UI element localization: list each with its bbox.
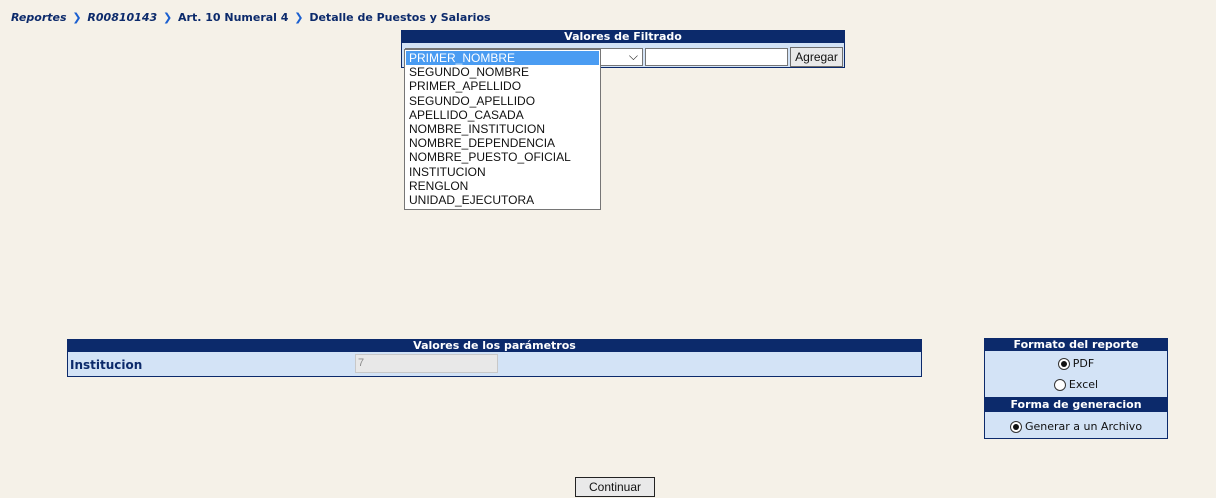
chevron-right-icon: ❯ <box>72 11 82 24</box>
filter-panel-title: Valores de Filtrado <box>402 31 844 43</box>
dropdown-option[interactable]: INSTITUCION <box>405 165 600 179</box>
institucion-value-field: 7 <box>355 354 498 373</box>
breadcrumb-article[interactable]: Art. 10 Numeral 4 <box>178 11 288 24</box>
filter-value-input[interactable] <box>645 48 788 66</box>
continue-button[interactable]: Continuar <box>575 477 655 497</box>
dropdown-option[interactable]: UNIDAD_EJECUTORA <box>405 193 600 207</box>
excel-label: Excel <box>1068 378 1099 391</box>
generate-file-label: Generar a un Archivo <box>1024 420 1143 433</box>
chevron-right-icon: ❯ <box>294 11 304 24</box>
generate-file-option[interactable]: Generar a un Archivo <box>985 420 1167 433</box>
filter-field-dropdown: PRIMER_NOMBRE SEGUNDO_NOMBRE PRIMER_APEL… <box>404 49 601 210</box>
dropdown-option[interactable]: PRIMER_APELLIDO <box>405 79 600 93</box>
breadcrumb: Reportes ❯ R00810143 ❯ Art. 10 Numeral 4… <box>11 11 491 24</box>
dropdown-option[interactable]: NOMBRE_PUESTO_OFICIAL <box>405 150 600 164</box>
generation-panel: Forma de generacion Generar a un Archivo <box>984 397 1168 439</box>
format-excel-option[interactable]: Excel <box>985 378 1167 391</box>
dropdown-option[interactable]: APELLIDO_CASADA <box>405 108 600 122</box>
dropdown-option[interactable]: SEGUNDO_APELLIDO <box>405 94 600 108</box>
dropdown-option[interactable]: NOMBRE_DEPENDENCIA <box>405 136 600 150</box>
chevron-down-icon: ⌵ <box>628 49 638 63</box>
dropdown-option[interactable]: RENGLON <box>405 179 600 193</box>
report-format-title: Formato del reporte <box>985 339 1167 351</box>
parameters-panel-title: Valores de los parámetros <box>68 340 921 352</box>
breadcrumb-reportes[interactable]: Reportes <box>11 11 67 24</box>
generation-title: Forma de generacion <box>985 398 1167 412</box>
dropdown-option[interactable]: SEGUNDO_NOMBRE <box>405 65 600 79</box>
breadcrumb-report-id[interactable]: R00810143 <box>87 11 157 24</box>
add-filter-button[interactable]: Agregar <box>790 47 843 67</box>
dropdown-option[interactable]: PRIMER_NOMBRE <box>406 51 599 66</box>
generate-file-radio[interactable] <box>1009 420 1022 433</box>
excel-radio[interactable] <box>1053 378 1066 391</box>
institucion-label: Institucion <box>70 358 143 372</box>
format-pdf-option[interactable]: PDF <box>985 357 1167 370</box>
pdf-radio[interactable] <box>1057 357 1070 370</box>
pdf-label: PDF <box>1072 357 1095 370</box>
report-format-panel: Formato del reporte PDF Excel <box>984 338 1168 398</box>
breadcrumb-current: Detalle de Puestos y Salarios <box>309 11 491 24</box>
dropdown-option[interactable]: NOMBRE_INSTITUCION <box>405 122 600 136</box>
parameters-panel: Valores de los parámetros Institucion 7 <box>67 339 922 377</box>
chevron-right-icon: ❯ <box>162 11 173 24</box>
